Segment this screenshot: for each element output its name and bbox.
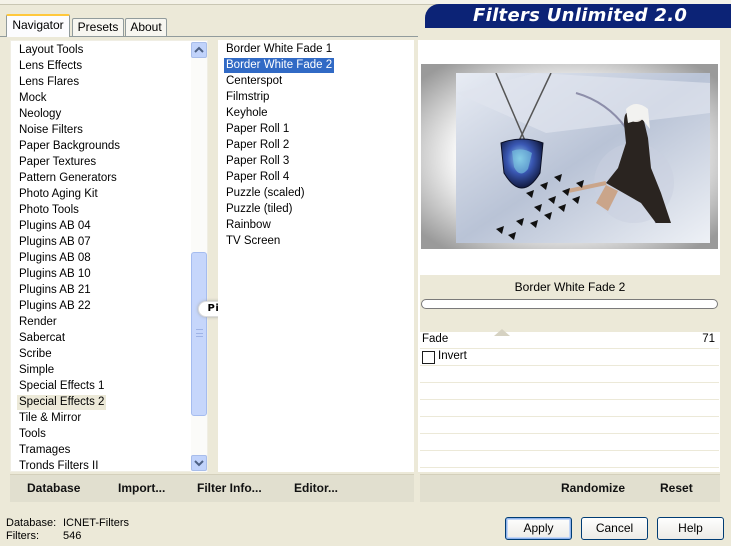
status-filters: Filters: 546 bbox=[6, 530, 81, 542]
right-toolbar: Randomize Reset bbox=[420, 474, 720, 502]
category-item[interactable]: Layout Tools bbox=[17, 43, 85, 58]
filter-item[interactable]: Paper Roll 4 bbox=[224, 170, 291, 185]
category-list[interactable]: Layout Tools Lens Effects Lens Flares Mock N… bbox=[10, 40, 208, 472]
chevron-up-icon[interactable] bbox=[191, 42, 207, 58]
reset-button[interactable]: Reset bbox=[660, 481, 693, 495]
filter-item[interactable]: Paper Roll 3 bbox=[224, 154, 291, 169]
chevron-down-icon[interactable] bbox=[191, 455, 207, 471]
status-filters-label: Filters: bbox=[6, 530, 39, 542]
category-item[interactable]: Neology bbox=[17, 107, 63, 122]
filter-item[interactable]: Border White Fade 2 bbox=[224, 58, 335, 73]
filter-item[interactable]: Puzzle (tiled) bbox=[224, 202, 294, 217]
filter-item[interactable]: Filmstrip bbox=[224, 90, 271, 105]
filter-item[interactable]: Paper Roll 1 bbox=[224, 122, 291, 137]
param-row-empty bbox=[420, 366, 719, 383]
left-toolbar: Database Import... Filter Info... Editor… bbox=[10, 474, 414, 502]
filter-item[interactable]: Puzzle (scaled) bbox=[224, 186, 307, 201]
category-item[interactable]: Lens Effects bbox=[17, 59, 84, 74]
param-row-empty bbox=[420, 383, 719, 400]
category-item[interactable]: Lens Flares bbox=[17, 75, 81, 90]
filter-item[interactable]: Border White Fade 1 bbox=[224, 42, 334, 57]
invert-checkbox[interactable] bbox=[422, 351, 435, 364]
import-button[interactable]: Import... bbox=[118, 481, 165, 495]
filter-item[interactable]: Rainbow bbox=[224, 218, 273, 233]
status-filters-value: 546 bbox=[63, 530, 82, 542]
filter-info-button[interactable]: Filter Info... bbox=[197, 481, 262, 495]
slider-thumb-icon[interactable] bbox=[494, 329, 510, 336]
invert-param-row[interactable]: Invert bbox=[420, 349, 719, 366]
category-item[interactable]: Scribe bbox=[17, 347, 54, 362]
filter-item[interactable]: Centerspot bbox=[224, 74, 284, 89]
category-scrollbar[interactable] bbox=[191, 42, 207, 472]
editor-button[interactable]: Editor... bbox=[294, 481, 338, 495]
category-item[interactable]: Photo Tools bbox=[17, 203, 81, 218]
param-row-empty bbox=[420, 400, 719, 417]
category-item[interactable]: Simple bbox=[17, 363, 56, 378]
invert-label: Invert bbox=[438, 350, 467, 362]
category-item[interactable]: Tramages bbox=[17, 443, 72, 458]
category-item[interactable]: Mock bbox=[17, 91, 48, 106]
filter-list[interactable]: Border White Fade 1 Border White Fade 2 Ce… bbox=[218, 40, 414, 472]
category-item[interactable]: Pattern Generators bbox=[17, 171, 119, 186]
category-item[interactable]: Plugins AB 22 bbox=[17, 299, 93, 314]
app-title-banner: Filters Unlimited 2.0 bbox=[425, 4, 731, 28]
category-item[interactable]: Plugins AB 04 bbox=[17, 219, 93, 234]
param-row-empty bbox=[420, 451, 719, 468]
param-row-empty bbox=[420, 434, 719, 451]
status-database-value: ICNET-Filters bbox=[63, 517, 129, 529]
category-item[interactable]: Sabercat bbox=[17, 331, 67, 346]
cancel-button[interactable]: Cancel bbox=[581, 517, 648, 540]
category-item[interactable]: Render bbox=[17, 315, 59, 330]
category-item[interactable]: Tools bbox=[17, 427, 48, 442]
filter-item[interactable]: TV Screen bbox=[224, 234, 282, 249]
fade-param-row[interactable]: Fade 71 bbox=[420, 329, 719, 349]
tab-navigator[interactable]: Navigator bbox=[6, 14, 70, 37]
status-database-label: Database: bbox=[6, 517, 57, 529]
tab-presets[interactable]: Presets bbox=[72, 18, 124, 37]
preview-image bbox=[456, 72, 710, 243]
fade-label: Fade bbox=[422, 333, 449, 345]
category-item[interactable]: Tronds Filters II bbox=[17, 459, 100, 471]
category-item[interactable]: Paper Textures bbox=[17, 155, 98, 170]
scrollbar-thumb[interactable] bbox=[191, 252, 207, 416]
category-item[interactable]: Plugins AB 10 bbox=[17, 267, 93, 282]
filter-item[interactable]: Paper Roll 2 bbox=[224, 138, 291, 153]
randomize-button[interactable]: Randomize bbox=[561, 481, 625, 495]
category-item[interactable]: Noise Filters bbox=[17, 123, 85, 138]
category-item[interactable]: Photo Aging Kit bbox=[17, 187, 100, 202]
status-database: Database: ICNET-Filters bbox=[6, 517, 129, 529]
param-row-empty bbox=[420, 417, 719, 434]
filter-item[interactable]: Keyhole bbox=[224, 106, 270, 121]
category-item[interactable]: Plugins AB 21 bbox=[17, 283, 93, 298]
category-item[interactable]: Tile & Mirror bbox=[17, 411, 83, 426]
progress-bar bbox=[421, 299, 718, 309]
filter-title: Border White Fade 2 bbox=[514, 280, 626, 294]
category-item[interactable]: Special Effects 2 bbox=[17, 395, 107, 410]
database-button[interactable]: Database bbox=[27, 481, 80, 495]
filter-title-box: Border White Fade 2 bbox=[420, 275, 720, 332]
category-item[interactable]: Plugins AB 08 bbox=[17, 251, 93, 266]
category-item[interactable]: Plugins AB 07 bbox=[17, 235, 93, 250]
apply-button[interactable]: Apply bbox=[505, 517, 572, 540]
fade-value: 71 bbox=[702, 333, 715, 345]
tab-about[interactable]: About bbox=[125, 18, 167, 37]
category-item[interactable]: Paper Backgrounds bbox=[17, 139, 122, 154]
help-button[interactable]: Help bbox=[657, 517, 724, 540]
category-item[interactable]: Special Effects 1 bbox=[17, 379, 106, 394]
